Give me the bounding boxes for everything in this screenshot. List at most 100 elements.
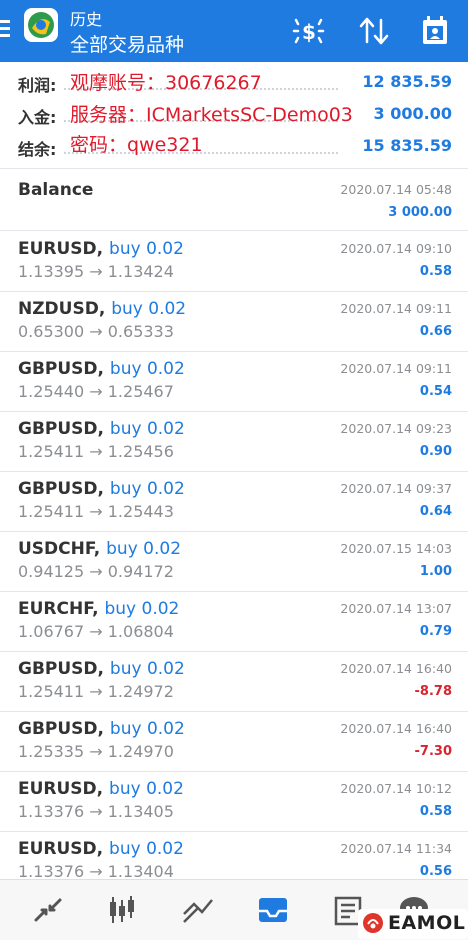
app-logo (24, 8, 58, 42)
balance-label: Balance (18, 180, 94, 200)
summary-value: 3 000.00 (373, 104, 452, 123)
eamol-watermark: EAMOL (358, 909, 468, 939)
symbol-name: EURUSD, (18, 839, 104, 859)
deal-time: 2020.07.14 09:11 (340, 361, 452, 376)
symbol-name: GBPUSD, (18, 359, 104, 379)
calendar-icon[interactable] (418, 14, 454, 48)
deal-time: 2020.07.14 09:11 (340, 301, 452, 316)
deal-profit: 0.79 (419, 624, 452, 639)
deal-type: buy 0.02 (109, 839, 184, 859)
deal-symbol: GBPUSD, buy 0.02 (18, 719, 185, 739)
deal-type: buy 0.02 (109, 659, 185, 679)
deal-profit: 0.90 (419, 444, 452, 459)
deal-time: 2020.07.14 09:23 (340, 421, 452, 436)
deal-row[interactable]: EURUSD, buy 0.02 1.13395 → 1.13424 2020.07… (0, 231, 468, 292)
deal-symbol: GBPUSD, buy 0.02 (18, 419, 185, 439)
deal-prices: 1.25411 → 1.25443 (18, 502, 174, 521)
page-title: 历史 (70, 10, 103, 29)
quotes-icon[interactable] (28, 892, 68, 928)
deal-type: buy 0.02 (109, 719, 185, 739)
deal-time: 2020.07.14 13:07 (340, 601, 452, 616)
deal-time: 2020.07.14 10:12 (340, 781, 452, 796)
deal-prices: 0.65300 → 0.65333 (18, 322, 174, 341)
symbol-name: GBPUSD, (18, 479, 104, 499)
symbol-name: EURUSD, (18, 779, 104, 799)
chart-icon[interactable] (102, 892, 142, 928)
symbol-name: GBPUSD, (18, 419, 104, 439)
deal-profit: 0.58 (419, 804, 452, 819)
svg-text:$: $ (302, 20, 316, 44)
symbol-filter[interactable]: 全部交易品种 (70, 30, 184, 57)
deal-row[interactable]: NZDUSD, buy 0.02 0.65300 → 0.65333 2020.07… (0, 291, 468, 352)
deal-time: 2020.07.14 09:10 (340, 241, 452, 256)
deal-symbol: EURUSD, buy 0.02 (18, 779, 184, 799)
trade-icon[interactable] (178, 892, 218, 928)
deal-profit: 0.66 (419, 324, 452, 339)
symbol-name: GBPUSD, (18, 719, 104, 739)
deal-type: buy 0.02 (106, 539, 182, 559)
sort-icon[interactable] (357, 14, 393, 48)
deal-profit: 0.56 (419, 864, 452, 879)
deal-profit: -8.78 (414, 684, 452, 699)
deal-row[interactable]: GBPUSD, buy 0.02 1.25411 → 1.25456 2020.07… (0, 411, 468, 472)
deal-time: 2020.07.14 16:40 (340, 661, 452, 676)
deal-prices: 1.25335 → 1.24970 (18, 742, 174, 761)
dollar-filter-icon[interactable]: $ (292, 14, 328, 48)
deal-type: buy 0.02 (109, 779, 184, 799)
summary-value: 12 835.59 (362, 72, 452, 91)
deal-row[interactable]: EURCHF, buy 0.02 1.06767 → 1.06804 2020.07… (0, 591, 468, 652)
overlay-server-text: 服务器：ICMarketsSC-Demo03 (70, 104, 353, 126)
deal-row[interactable]: USDCHF, buy 0.02 0.94125 → 0.94172 2020.07… (0, 531, 468, 592)
top-app-bar: 历史 全部交易品种 $ (0, 0, 468, 62)
overlay-password-text: 密码：qwe321 (70, 134, 203, 156)
deal-row[interactable]: GBPUSD, buy 0.02 1.25411 → 1.24972 2020.07… (0, 651, 468, 712)
deal-time: 2020.07.14 05:48 (340, 182, 452, 197)
deal-profit: 0.54 (419, 384, 452, 399)
deal-symbol: GBPUSD, buy 0.02 (18, 479, 185, 499)
deal-row[interactable]: GBPUSD, buy 0.02 1.25335 → 1.24970 2020.07… (0, 711, 468, 772)
eamol-logo (362, 912, 384, 934)
summary-label: 结余: (18, 140, 57, 159)
deal-prices: 0.94125 → 0.94172 (18, 562, 174, 581)
history-icon[interactable] (254, 892, 294, 928)
balance-row[interactable]: Balance 2020.07.14 05:48 3 000.00 (0, 172, 468, 231)
deal-symbol: GBPUSD, buy 0.02 (18, 359, 185, 379)
deal-prices: 1.25411 → 1.25456 (18, 442, 174, 461)
summary-label: 利润: (18, 76, 57, 95)
summary-panel: 利润: 12 835.59 入金: 3 000.00 结余: 15 835.59… (0, 62, 468, 168)
deal-prices: 1.06767 → 1.06804 (18, 622, 174, 641)
deal-profit: 1.00 (419, 564, 452, 579)
deal-symbol: USDCHF, buy 0.02 (18, 539, 181, 559)
deal-row[interactable]: GBPUSD, buy 0.02 1.25440 → 1.25467 2020.07… (0, 351, 468, 412)
deal-profit: 0.64 (419, 504, 452, 519)
menu-icon[interactable] (0, 16, 10, 46)
deal-prices: 1.25411 → 1.24972 (18, 682, 174, 701)
symbol-name: EURCHF, (18, 599, 99, 619)
deal-profit: 0.58 (419, 264, 452, 279)
deal-type: buy 0.02 (109, 359, 185, 379)
deal-row[interactable]: GBPUSD, buy 0.02 1.25411 → 1.25443 2020.07… (0, 471, 468, 532)
deal-time: 2020.07.14 11:34 (340, 841, 452, 856)
deal-profit: -7.30 (414, 744, 452, 759)
deal-type: buy 0.02 (111, 299, 187, 319)
deal-row[interactable]: EURUSD, buy 0.02 1.13376 → 1.13405 2020.07… (0, 771, 468, 832)
deal-symbol: EURUSD, buy 0.02 (18, 839, 184, 859)
deal-type: buy 0.02 (109, 419, 185, 439)
deal-prices: 1.13376 → 1.13405 (18, 802, 174, 821)
symbol-name: EURUSD, (18, 239, 104, 259)
deal-symbol: NZDUSD, buy 0.02 (18, 299, 186, 319)
deal-symbol: EURCHF, buy 0.02 (18, 599, 179, 619)
symbol-name: NZDUSD, (18, 299, 106, 319)
deal-time: 2020.07.14 16:40 (340, 721, 452, 736)
deal-type: buy 0.02 (109, 479, 185, 499)
deal-symbol: GBPUSD, buy 0.02 (18, 659, 185, 679)
deal-symbol: EURUSD, buy 0.02 (18, 239, 184, 259)
overlay-account-text: 观摩账号：30676267 (70, 72, 262, 94)
balance-amount: 3 000.00 (388, 205, 452, 220)
deal-time: 2020.07.14 09:37 (340, 481, 452, 496)
deal-type: buy 0.02 (109, 239, 184, 259)
deal-type: buy 0.02 (104, 599, 180, 619)
symbol-name: USDCHF, (18, 539, 101, 559)
deal-prices: 1.25440 → 1.25467 (18, 382, 174, 401)
divider (0, 168, 468, 169)
